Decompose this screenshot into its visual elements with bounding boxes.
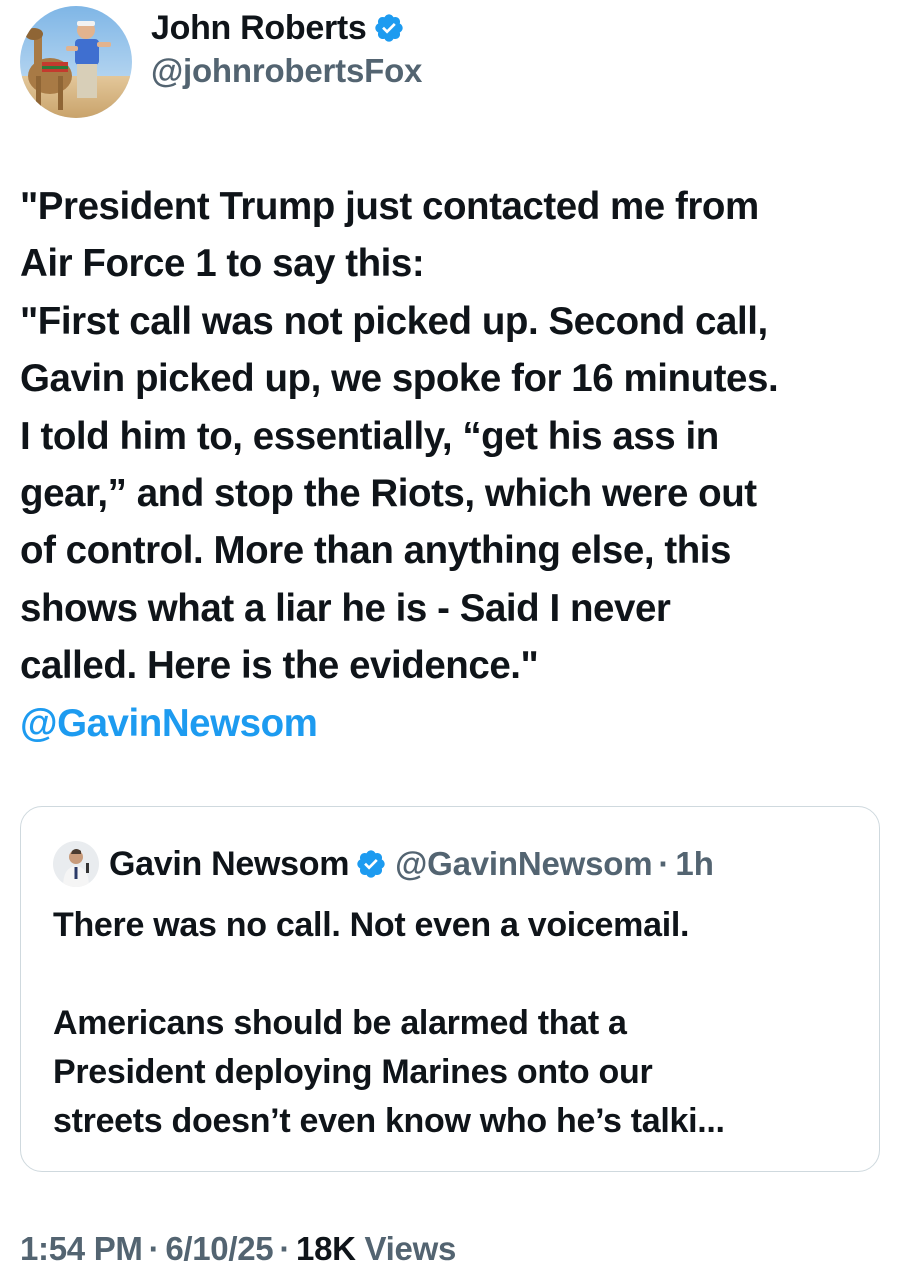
quoted-tweet-header: Gavin Newsom @GavinNewsom · 1h: [53, 841, 714, 887]
author-name[interactable]: John Roberts: [151, 9, 367, 48]
quoted-tweet-text: There was no call. Not even a voicemail.…: [53, 901, 863, 1146]
verified-badge-icon[interactable]: [373, 12, 405, 44]
tweet-text-line: Air Force 1 to say this:: [20, 242, 425, 286]
quoted-text-line: streets doesn’t even know who he’s talki…: [53, 1102, 725, 1140]
author-avatar[interactable]: [20, 6, 132, 118]
tweet-text-line: gear,” and stop the Riots, which were ou…: [20, 472, 757, 516]
author-name-row: John Roberts: [151, 6, 422, 50]
quoted-separator-dot: ·: [658, 845, 670, 882]
quoted-author-avatar[interactable]: [53, 841, 99, 887]
tweet-text-line: Gavin picked up, we spoke for 16 minutes…: [20, 357, 779, 401]
mention-link[interactable]: @GavinNewsom: [20, 702, 318, 745]
quoted-text-line: President deploying Marines onto our: [53, 1053, 653, 1091]
tweet-text-line: shows what a liar he is - Said I never: [20, 586, 671, 630]
quoted-text-line: There was no call. Not even a voicemail.: [53, 906, 690, 944]
tweet-text-line: "President Trump just contacted me from: [20, 185, 759, 228]
views-label: Views: [355, 1230, 457, 1267]
author-avatar-image: [20, 6, 132, 118]
quoted-timestamp[interactable]: 1h: [675, 845, 714, 883]
tweet-text: "President Trump just contacted me from …: [20, 178, 886, 752]
tweet-text-line: I told him to, essentially, “get his ass…: [20, 414, 719, 458]
author-handle[interactable]: @johnrobertsFox: [151, 52, 422, 90]
views-count[interactable]: 18K: [296, 1230, 356, 1267]
tweet-header: John Roberts @johnrobertsFox: [20, 4, 422, 120]
author-block: John Roberts @johnrobertsFox: [151, 6, 422, 90]
quoted-author-avatar-image: [53, 841, 99, 887]
quoted-author-handle[interactable]: @GavinNewsom: [395, 845, 652, 883]
meta-separator-dot: ·: [148, 1230, 160, 1267]
meta-separator-dot: ·: [279, 1230, 291, 1267]
tweet-text-line: "First call was not picked up. Second ca…: [20, 299, 768, 343]
quoted-text-line: Americans should be alarmed that a: [53, 1004, 627, 1042]
tweet-meta: 1:54 PM · 6/10/25 · 18K Views: [20, 1230, 456, 1268]
tweet-text-line: called. Here is the evidence.": [20, 644, 539, 688]
tweet-date[interactable]: 6/10/25: [165, 1230, 273, 1267]
quoted-tweet-card[interactable]: Gavin Newsom @GavinNewsom · 1h There was…: [20, 806, 880, 1172]
tweet-text-line: of control. More than anything else, thi…: [20, 529, 731, 573]
quoted-author-name[interactable]: Gavin Newsom: [109, 845, 349, 884]
quoted-text-line: [53, 950, 863, 999]
verified-badge-icon[interactable]: [355, 848, 387, 880]
tweet-time[interactable]: 1:54 PM: [20, 1230, 143, 1267]
